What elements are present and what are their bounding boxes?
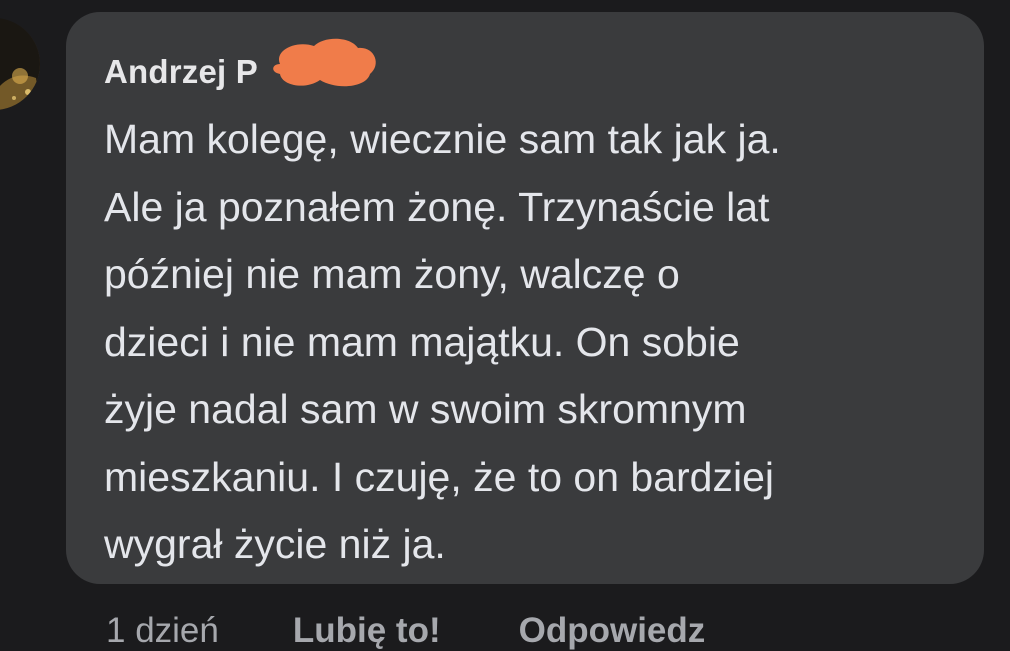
comment-bubble: Andrzej P Mam kolegę, wiecznie sam tak j…: [66, 12, 984, 584]
comment-author-name[interactable]: Andrzej P: [104, 53, 258, 91]
comment-text: Mam kolegę, wiecznie sam tak jak ja. Ale…: [104, 106, 964, 579]
redaction-scribble: [273, 38, 376, 87]
comment-text-line: żyje nadal sam w swoim skromnym: [104, 386, 747, 432]
comment-timestamp[interactable]: 1 dzień: [106, 611, 219, 651]
user-avatar[interactable]: [0, 18, 40, 110]
comment-screenshot: Andrzej P Mam kolegę, wiecznie sam tak j…: [0, 0, 1010, 651]
reply-button[interactable]: Odpowiedz: [519, 611, 706, 651]
comment-text-line: Mam kolegę, wiecznie sam tak jak ja.: [104, 116, 781, 162]
comment-text-line: wygrał życie niż ja.: [104, 521, 446, 567]
comment-actions: 1 dzień Lubię to! Odpowiedz: [106, 606, 783, 651]
comment-text-line: Ale ja poznałem żonę. Trzynaście lat: [104, 183, 770, 230]
comment-header: Andrzej P: [104, 50, 258, 94]
comment-text-line: mieszkaniu. I czuję, że to on bardziej: [104, 453, 774, 500]
comment-text-line: później nie mam żony, walczę o: [104, 251, 680, 297]
like-button[interactable]: Lubię to!: [293, 611, 441, 651]
comment-text-line: dzieci i nie mam majątku. On sobie: [104, 318, 740, 365]
avatar-image: [0, 18, 40, 110]
